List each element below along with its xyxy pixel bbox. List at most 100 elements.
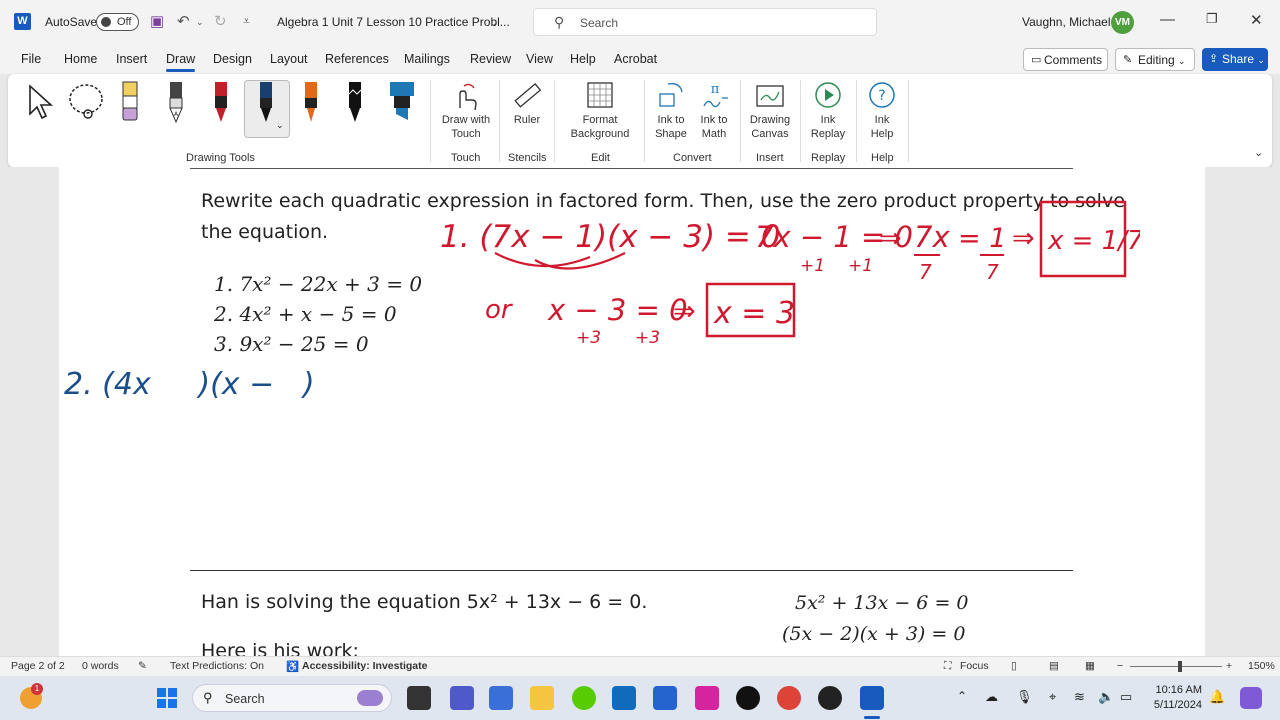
teams-icon[interactable] xyxy=(450,686,474,710)
text-predictions[interactable]: Text Predictions: On xyxy=(170,660,264,672)
ink-help-icon[interactable]: ? xyxy=(867,80,897,110)
lasso-select-icon[interactable] xyxy=(66,82,106,122)
pen-dark-blue-icon[interactable] xyxy=(256,80,276,126)
collapse-ribbon-icon[interactable]: ⌄ xyxy=(1254,146,1263,159)
pen-options-chevron-icon[interactable]: ⌄ xyxy=(276,120,284,131)
ink-implies-3: ⇒ xyxy=(673,296,696,327)
focus-icon[interactable]: ⛶ xyxy=(944,660,951,673)
chrome-icon[interactable] xyxy=(777,686,801,710)
undo-icon[interactable]: ↶ xyxy=(177,12,190,30)
close-icon[interactable]: ✕ xyxy=(1250,11,1263,29)
menu-draw[interactable]: Draw xyxy=(166,52,196,72)
accessibility-icon[interactable]: ♿ xyxy=(286,660,299,673)
highlighter-blue-icon[interactable] xyxy=(388,80,416,126)
todo-icon[interactable] xyxy=(653,686,677,710)
zoom-slider[interactable] xyxy=(1130,666,1222,667)
wifi-icon[interactable]: ≋ xyxy=(1074,689,1085,705)
customize-toolbar-icon[interactable]: ⩡ xyxy=(243,14,250,29)
ruler-icon[interactable] xyxy=(511,80,543,112)
ink-to-math-icon[interactable]: π xyxy=(700,80,730,110)
menu-layout[interactable]: Layout xyxy=(270,52,308,66)
menu-view[interactable]: View xyxy=(526,52,553,66)
menu-help[interactable]: Help xyxy=(570,52,596,66)
select-cursor-icon[interactable] xyxy=(26,82,56,122)
format-background-icon[interactable] xyxy=(585,80,615,110)
accessibility-status[interactable]: Accessibility: Investigate xyxy=(302,660,427,672)
store-icon[interactable] xyxy=(489,686,513,710)
web-layout-icon[interactable]: ▦ xyxy=(1085,660,1095,672)
restore-icon[interactable]: ❐ xyxy=(1206,11,1218,27)
chrome-profile-icon[interactable] xyxy=(818,686,842,710)
search-box[interactable]: ⚲ Search xyxy=(533,8,877,36)
ink-replay-icon[interactable] xyxy=(813,80,843,110)
draw-with-touch-icon[interactable] xyxy=(452,82,480,112)
copilot-icon[interactable] xyxy=(1240,687,1262,709)
taskbar-search[interactable]: ⚲ Search xyxy=(192,684,392,712)
undo-dropdown-icon[interactable]: ⌄ xyxy=(196,17,204,28)
volume-icon[interactable]: 🔈 xyxy=(1098,689,1114,705)
status-bar: Page 2 of 2 0 words ✎ Text Predictions: … xyxy=(0,656,1280,676)
document-title[interactable]: Algebra 1 Unit 7 Lesson 10 Practice Prob… xyxy=(277,15,510,29)
chevron-up-icon[interactable]: ⌃ xyxy=(957,689,967,703)
clock[interactable]: 10:16 AM 5/11/2024 xyxy=(1148,683,1202,713)
focus-label[interactable]: Focus xyxy=(960,660,989,672)
title-dropdown-icon[interactable]: ⌄ xyxy=(489,16,498,29)
notification-bell-icon[interactable]: 🔔 xyxy=(1209,689,1225,705)
ink-replay-label[interactable]: Ink Replay xyxy=(808,113,848,141)
share-button[interactable]: ⇪ Share ⌄ xyxy=(1202,48,1268,71)
read-mode-icon[interactable]: ▯ xyxy=(1011,660,1017,672)
location-icon[interactable]: ⌖ xyxy=(1049,689,1056,705)
avatar[interactable]: VM xyxy=(1111,11,1134,34)
outlook-icon[interactable] xyxy=(612,686,636,710)
user-name[interactable]: Vaughn, Michael xyxy=(1022,15,1111,29)
windows-start-icon[interactable] xyxy=(156,687,178,709)
convert-group-label: Convert xyxy=(673,152,712,164)
redo-icon[interactable]: ↻ xyxy=(214,12,227,30)
pen-black-glitter-icon[interactable] xyxy=(345,80,365,126)
ink-to-shape-icon[interactable] xyxy=(656,80,686,110)
file-explorer-icon[interactable] xyxy=(530,686,554,710)
proofing-icon[interactable]: ✎ xyxy=(138,660,147,672)
zoom-out-icon[interactable]: − xyxy=(1117,660,1123,672)
drawing-canvas-icon[interactable] xyxy=(754,80,786,110)
menu-mailings[interactable]: Mailings xyxy=(404,52,450,66)
task-view-icon[interactable] xyxy=(407,686,431,710)
ink-to-shape-label[interactable]: Ink to Shape xyxy=(651,113,691,141)
battery-icon[interactable]: ▭ xyxy=(1120,689,1132,705)
print-layout-icon[interactable]: ▤ xyxy=(1049,660,1059,672)
tiktok-icon[interactable] xyxy=(736,686,760,710)
separator xyxy=(800,80,801,162)
word-taskbar-icon[interactable] xyxy=(860,686,884,710)
autosave-toggle[interactable]: Off xyxy=(96,13,139,31)
microphone-icon[interactable]: 🎙 xyxy=(1016,689,1033,705)
pen-orange-icon[interactable] xyxy=(301,80,321,126)
duolingo-icon[interactable] xyxy=(572,686,596,710)
zoom-level[interactable]: 150% xyxy=(1248,660,1275,672)
menu-design[interactable]: Design xyxy=(213,52,252,66)
editing-button[interactable]: ✎ Editing ⌄ xyxy=(1115,48,1195,71)
menu-insert[interactable]: Insert xyxy=(116,52,147,66)
draw-with-touch-label[interactable]: Draw with Touch xyxy=(436,113,496,141)
instagram-icon[interactable] xyxy=(695,686,719,710)
menu-acrobat[interactable]: Acrobat xyxy=(614,52,657,66)
zoom-slider-thumb[interactable] xyxy=(1178,661,1182,672)
highlighter-yellow-icon[interactable] xyxy=(120,80,140,126)
drawing-canvas-label[interactable]: Drawing Canvas xyxy=(745,113,795,141)
comments-button[interactable]: ▭ Comments xyxy=(1023,48,1108,71)
ruler-label[interactable]: Ruler xyxy=(509,113,545,127)
pencil-gray-icon[interactable]: A xyxy=(166,80,186,126)
menu-file[interactable]: File xyxy=(21,52,41,66)
menu-review[interactable]: Review xyxy=(470,52,511,66)
ink-to-math-label[interactable]: Ink to Math xyxy=(694,113,734,141)
zoom-in-icon[interactable]: + xyxy=(1226,660,1232,672)
ink-help-label[interactable]: Ink Help xyxy=(863,113,901,141)
format-background-label[interactable]: Format Background xyxy=(561,113,639,141)
minimize-icon[interactable]: — xyxy=(1160,11,1175,28)
onedrive-icon[interactable]: ☁ xyxy=(985,689,998,705)
word-count[interactable]: 0 words xyxy=(82,660,119,672)
pen-red-icon[interactable] xyxy=(211,80,231,126)
menu-home[interactable]: Home xyxy=(64,52,97,66)
save-icon[interactable]: ▣ xyxy=(150,12,164,30)
menu-references[interactable]: References xyxy=(325,52,389,66)
page-count[interactable]: Page 2 of 2 xyxy=(11,660,65,672)
